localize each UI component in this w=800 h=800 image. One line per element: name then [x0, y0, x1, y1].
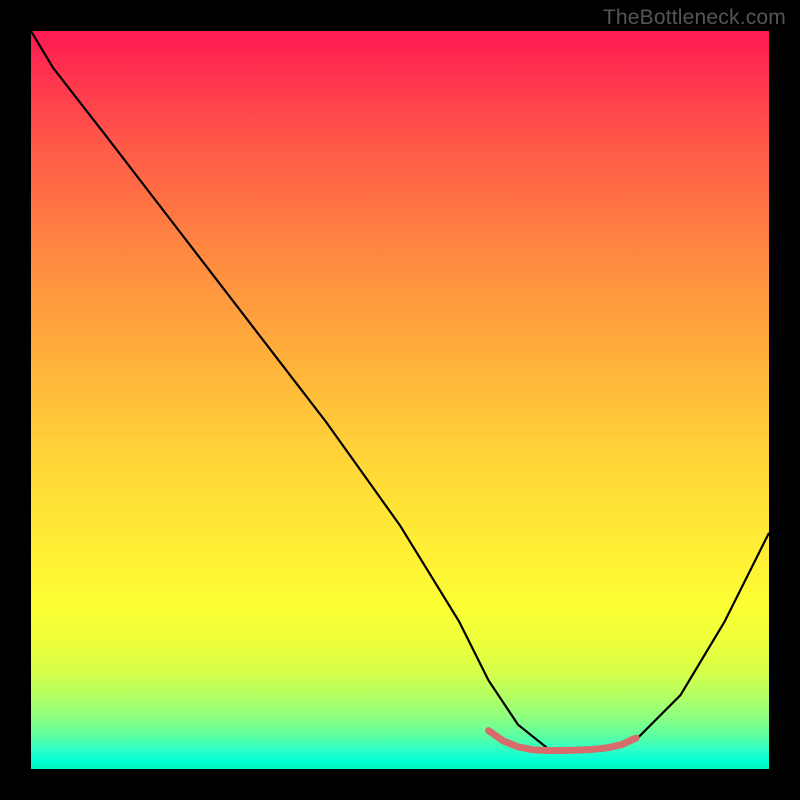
chart-svg [31, 31, 769, 769]
plot-area [31, 31, 769, 769]
chart-canvas: TheBottleneck.com [0, 0, 800, 800]
highlight-segment [489, 731, 637, 751]
watermark-text: TheBottleneck.com [603, 6, 786, 30]
curve-line [31, 31, 769, 751]
